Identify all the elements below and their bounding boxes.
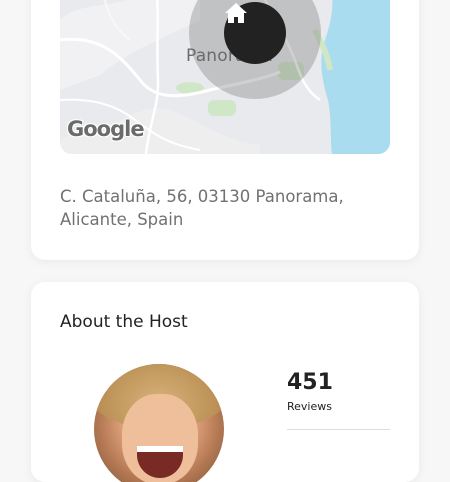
- host-card: About the Host 451 Reviews: [31, 282, 419, 482]
- listing-address: C. Cataluña, 56, 03130 Panorama, Alicant…: [60, 187, 344, 229]
- location-map[interactable]: Panorama Google: [60, 0, 390, 154]
- location-card: Panorama Google C. Cataluña, 56, 03130 P…: [31, 0, 419, 260]
- stat-divider: [287, 429, 390, 430]
- reviews-count: 451: [287, 370, 333, 395]
- section-title: About the Host: [60, 312, 188, 332]
- host-avatar[interactable]: [94, 364, 224, 482]
- reviews-label: Reviews: [287, 400, 332, 413]
- home-pin-marker[interactable]: [224, 2, 286, 64]
- google-logo: Google: [67, 117, 145, 141]
